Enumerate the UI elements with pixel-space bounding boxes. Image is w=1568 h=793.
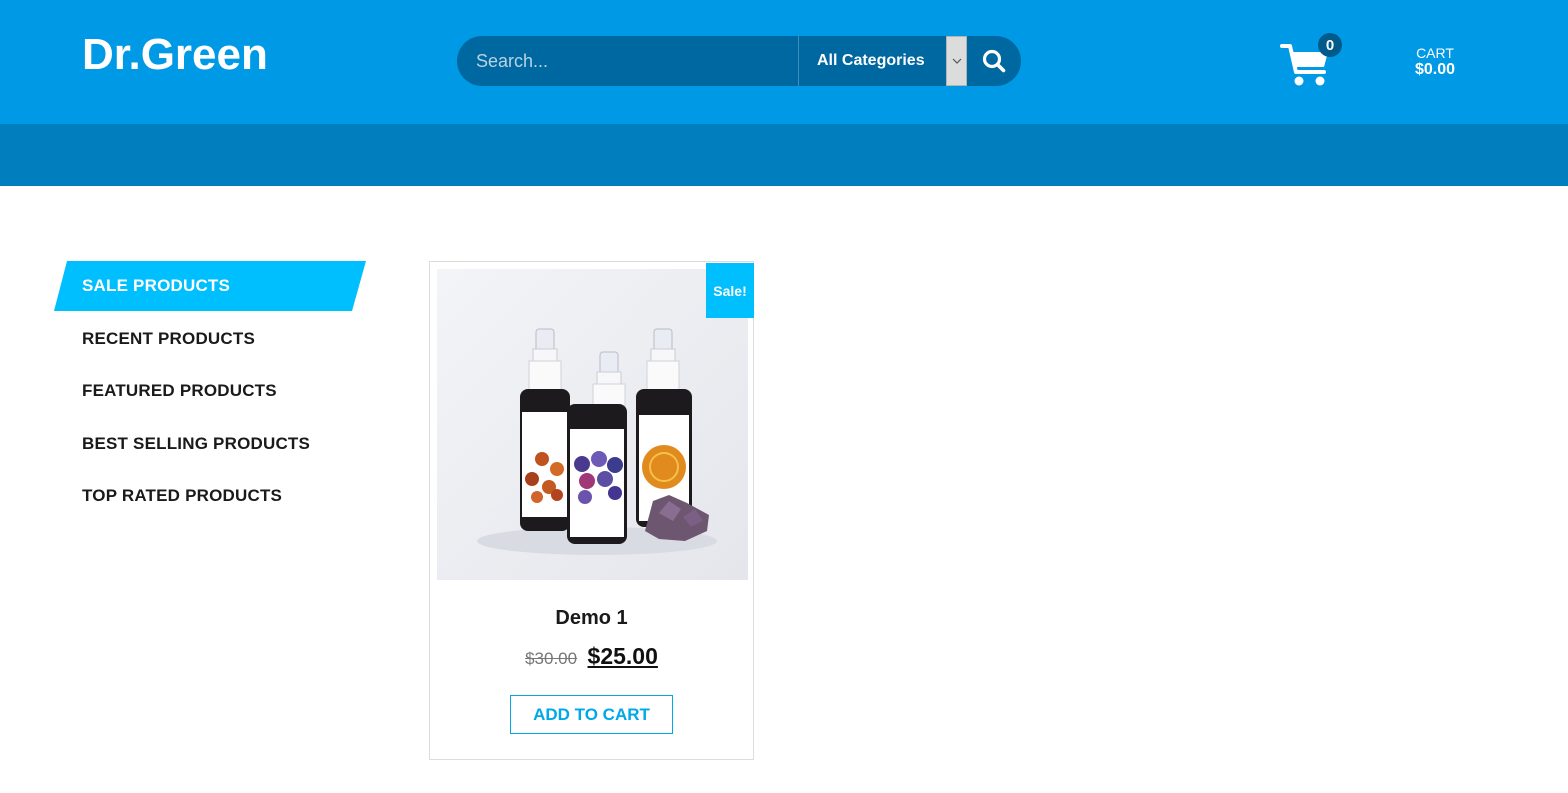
chevron-down-icon bbox=[952, 58, 961, 64]
product-title[interactable]: Demo 1 bbox=[430, 607, 753, 630]
site-logo[interactable]: Dr.Green bbox=[82, 30, 268, 80]
search-bar: All Categories bbox=[457, 36, 1021, 86]
category-select[interactable]: All Categories bbox=[798, 36, 946, 86]
add-to-cart-button[interactable]: ADD TO CART bbox=[510, 695, 673, 734]
cart-total: $0.00 bbox=[1414, 61, 1456, 78]
cart-summary[interactable]: CART $0.00 bbox=[1400, 45, 1470, 79]
product-price: $30.00 $25.00 bbox=[430, 643, 753, 670]
search-icon bbox=[982, 49, 1006, 73]
cart-label: CART bbox=[1416, 45, 1454, 61]
nav-bar bbox=[0, 124, 1568, 186]
product-sale-price: $25.00 bbox=[587, 643, 658, 669]
category-select-value: All Categories bbox=[817, 52, 925, 69]
category-dropdown-toggle[interactable] bbox=[946, 36, 967, 86]
sidebar-item-recent-products[interactable]: RECENT PRODUCTS bbox=[82, 329, 255, 349]
sale-badge: Sale! bbox=[706, 263, 754, 318]
cart-count-badge: 0 bbox=[1318, 33, 1342, 57]
product-card: Sale! Demo 1 $30.00 $25.00 ADD TO CART bbox=[429, 261, 754, 760]
product-old-price: $30.00 bbox=[525, 649, 578, 668]
sidebar-item-best-selling-products[interactable]: BEST SELLING PRODUCTS bbox=[82, 434, 310, 454]
search-input[interactable] bbox=[457, 36, 798, 86]
sidebar-item-top-rated-products[interactable]: TOP RATED PRODUCTS bbox=[82, 486, 282, 506]
sidebar-item-sale-products[interactable]: SALE PRODUCTS bbox=[82, 276, 230, 296]
search-button[interactable] bbox=[967, 36, 1021, 86]
product-image[interactable] bbox=[437, 269, 748, 580]
sidebar-item-featured-products[interactable]: FEATURED PRODUCTS bbox=[82, 381, 277, 401]
product-photo bbox=[437, 269, 748, 580]
